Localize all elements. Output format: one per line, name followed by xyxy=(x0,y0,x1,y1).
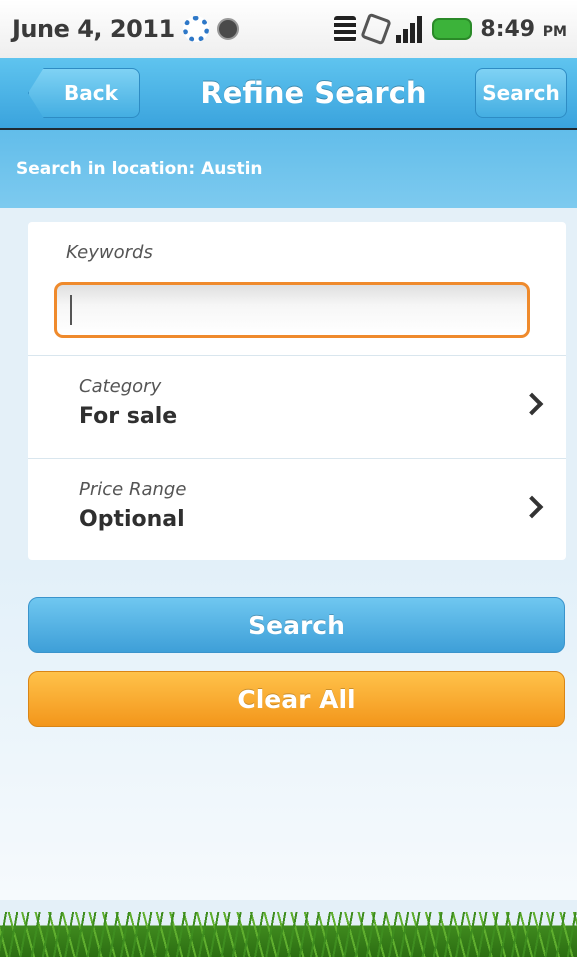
wifi-icon xyxy=(334,16,357,42)
notification-icon xyxy=(216,18,239,40)
back-button[interactable]: Back xyxy=(28,68,140,118)
header-search-button[interactable]: Search xyxy=(475,68,567,118)
keywords-input[interactable] xyxy=(54,282,530,338)
category-value: For sale xyxy=(79,404,178,429)
search-form-card: Keywords Category For sale Price Range O… xyxy=(28,222,566,560)
price-range-row[interactable]: Price Range Optional xyxy=(28,458,566,559)
status-right: 8:49 PM xyxy=(334,12,567,46)
grass-decoration xyxy=(0,912,577,957)
page-title: Refine Search xyxy=(200,76,427,110)
location-bar: Search in location: Austin xyxy=(0,130,577,208)
chevron-right-icon xyxy=(520,392,544,416)
status-time: 8:49 PM xyxy=(480,17,567,42)
chevron-right-icon xyxy=(520,495,544,519)
status-time-ampm: PM xyxy=(542,23,567,40)
price-range-value: Optional xyxy=(79,507,185,532)
category-label: Category xyxy=(79,376,162,397)
sync-icon xyxy=(182,16,209,42)
battery-icon xyxy=(432,18,473,40)
status-bar: June 4, 2011 8:49 PM xyxy=(0,0,577,58)
phone-icon xyxy=(360,12,393,46)
clear-all-button[interactable]: Clear All xyxy=(28,671,565,727)
header-bar: Back Refine Search Search xyxy=(0,58,577,130)
keywords-label: Keywords xyxy=(66,242,153,263)
signal-icon xyxy=(396,15,424,43)
status-date: June 4, 2011 xyxy=(12,15,175,43)
text-caret xyxy=(70,295,72,325)
status-time-value: 8:49 xyxy=(480,16,536,42)
price-range-label: Price Range xyxy=(79,479,187,500)
category-row[interactable]: Category For sale xyxy=(28,355,566,456)
status-left: June 4, 2011 xyxy=(12,15,239,43)
search-button[interactable]: Search xyxy=(28,597,565,653)
